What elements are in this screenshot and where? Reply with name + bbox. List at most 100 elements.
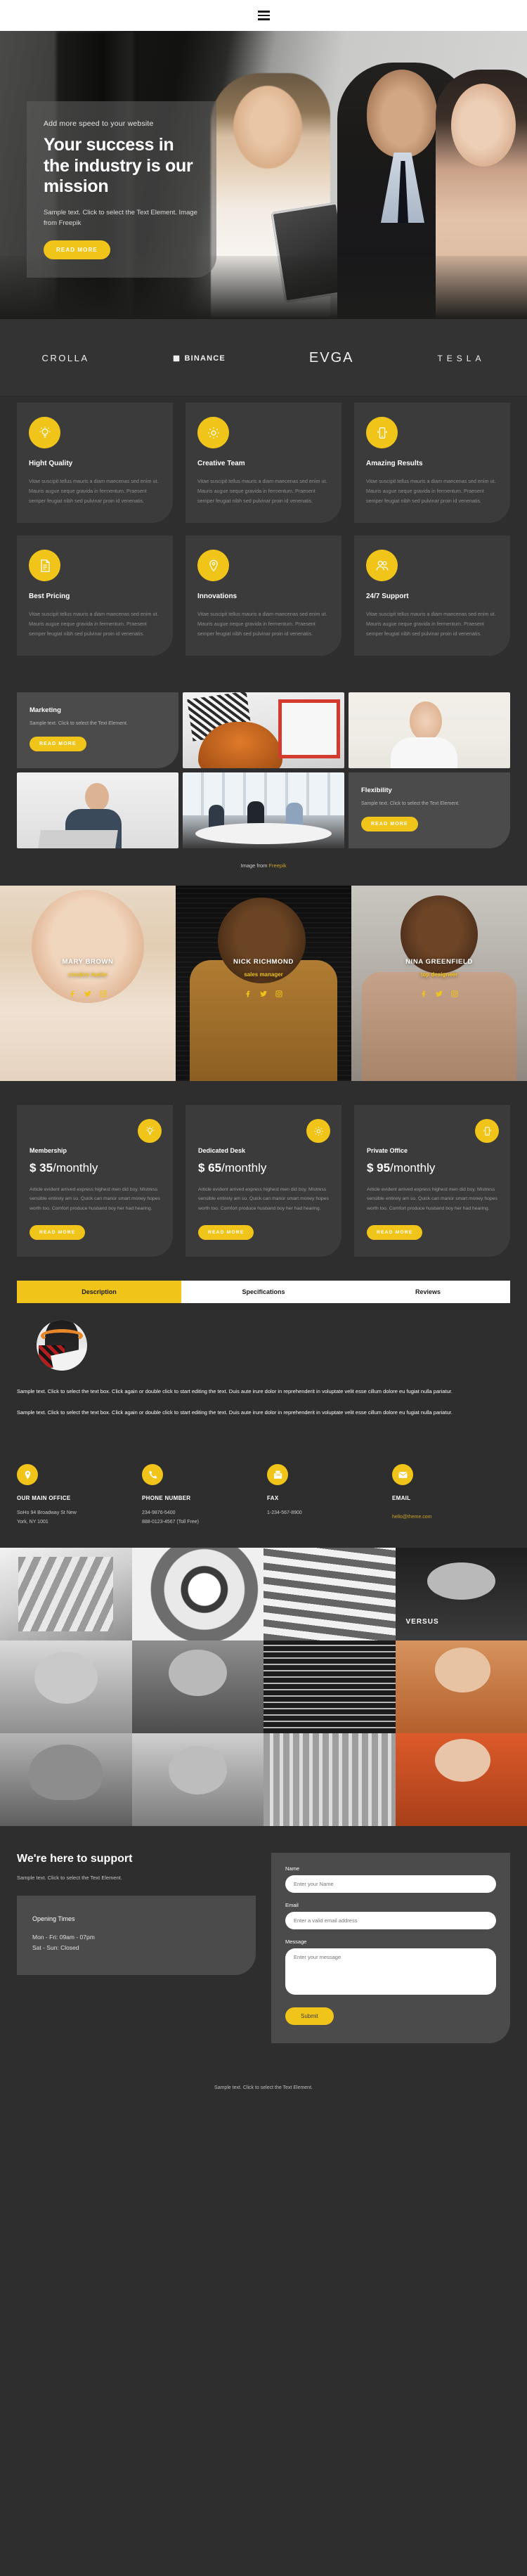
team-member-role: sales manager	[244, 971, 283, 978]
plan-name: Dedicated Desk	[198, 1147, 246, 1155]
avatar	[37, 1319, 87, 1371]
mosaic-image	[395, 1733, 527, 1826]
mosaic-image	[131, 1640, 264, 1733]
hero-subtitle: Sample text. Click to select the Text El…	[44, 208, 197, 228]
brand-logos-strip: CROLLA BINANCE EVGA TESLA	[0, 319, 527, 396]
gallery-section: Marketing Sample text. Click to select t…	[0, 677, 527, 886]
email-label: Email	[285, 1901, 299, 1908]
support-subtitle: Sample text. Click to select the Text El…	[17, 1874, 122, 1881]
instagram-icon[interactable]	[99, 989, 108, 1002]
document-list-icon	[29, 550, 60, 582]
support-section: We're here to support Sample text. Click…	[0, 1825, 527, 2074]
flexibility-title: Flexibility	[361, 787, 392, 795]
hamburger-menu-icon[interactable]	[257, 11, 270, 20]
pricing-card: Membership $ 35/monthly Article evident …	[17, 1105, 173, 1257]
freepik-link[interactable]: Freepik	[269, 862, 287, 869]
contact-info-title: PHONE NUMBER	[142, 1495, 191, 1502]
users-icon	[366, 550, 398, 582]
phone-icon	[142, 1464, 163, 1486]
email-link[interactable]: hello@theme.com	[392, 1515, 432, 1520]
plan-period: /monthly	[221, 1161, 267, 1175]
feature-title: Hight Quality	[29, 460, 73, 467]
plan-name: Membership	[30, 1147, 67, 1155]
plan-period: /monthly	[53, 1161, 98, 1175]
email-input[interactable]	[285, 1911, 496, 1929]
pricing-grid: Membership $ 35/monthly Article evident …	[17, 1105, 510, 1257]
submit-button[interactable]: Submit	[285, 2007, 334, 2025]
team-member-role: creative leader	[67, 971, 108, 978]
marketing-card: Marketing Sample text. Click to select t…	[17, 692, 178, 769]
mosaic-image	[0, 1640, 132, 1733]
twitter-icon[interactable]	[84, 989, 92, 1002]
plan-read-more-button[interactable]: READ MORE	[198, 1224, 254, 1240]
team-member-card: NINA GREENFIELD top designeer	[351, 886, 527, 1082]
envelope-icon	[392, 1464, 413, 1486]
gallery-row-2: Flexibility Sample text. Click to select…	[17, 772, 510, 849]
opening-times-title: Opening Times	[32, 1915, 75, 1922]
twitter-icon[interactable]	[435, 989, 443, 1002]
pricing-card: Private Office $ 95/monthly Article evid…	[354, 1105, 510, 1257]
marketing-read-more-button[interactable]: READ MORE	[30, 737, 86, 752]
name-input[interactable]	[285, 1875, 496, 1893]
mosaic-image	[264, 1733, 396, 1826]
mosaic-image	[131, 1733, 264, 1826]
hero-title: Your success in the industry is our miss…	[44, 135, 193, 196]
facebook-icon[interactable]	[419, 989, 428, 1002]
tab-description[interactable]: Description	[17, 1280, 181, 1303]
team-section: MARY BROWN creative leader NICK RICHMOND…	[0, 886, 527, 1082]
hero-kicker: Add more speed to your website	[44, 119, 154, 128]
message-textarea[interactable]	[285, 1948, 496, 1995]
facebook-icon[interactable]	[244, 989, 252, 1002]
plan-read-more-button[interactable]: READ MORE	[30, 1224, 86, 1240]
gallery-image-desk	[183, 692, 344, 769]
tab-specifications[interactable]: Specifications	[181, 1280, 346, 1303]
team-member-name: NINA GREENFIELD	[405, 958, 473, 966]
brand-logo-binance-label: BINANCE	[184, 354, 226, 363]
instagram-icon[interactable]	[275, 989, 283, 1002]
plan-price: $ 65/monthly	[198, 1161, 329, 1175]
instagram-icon[interactable]	[450, 989, 459, 1002]
brand-logo-evga: EVGA	[308, 350, 354, 365]
contact-info-line: 888-0123-4567 (Toll Free)	[142, 1519, 199, 1525]
credit-prefix: Image from	[240, 862, 269, 869]
team-member-name: NICK RICHMOND	[233, 958, 294, 966]
mosaic-image	[395, 1640, 527, 1733]
support-left-column: We're here to support Sample text. Click…	[17, 1853, 256, 2043]
mosaic-image	[0, 1733, 132, 1826]
tab-paragraph: Sample text. Click to select the text bo…	[17, 1387, 453, 1394]
feature-body: Vitae suscipit tellus mauris a diam maec…	[197, 611, 327, 637]
feature-card: Hight Quality Vitae suscipit tellus maur…	[17, 403, 173, 524]
brand-logo-tesla: TESLA	[437, 353, 486, 363]
marketing-text: Sample text. Click to select the Text El…	[30, 721, 128, 727]
plan-read-more-button[interactable]: READ MORE	[367, 1224, 423, 1240]
feature-title: 24/7 Support	[366, 593, 409, 601]
marketing-title: Marketing	[30, 706, 61, 715]
facebook-icon[interactable]	[68, 989, 77, 1002]
lightbulb-icon	[138, 1119, 162, 1144]
gear-icon	[306, 1119, 330, 1144]
feature-card: Creative Team Vitae suscipit tellus maur…	[186, 403, 341, 524]
team-member-role: top designeer	[420, 971, 458, 978]
gallery-image-woman	[349, 692, 510, 769]
feature-title: Creative Team	[197, 460, 245, 467]
twitter-icon[interactable]	[259, 989, 268, 1002]
tab-reviews[interactable]: Reviews	[346, 1280, 510, 1303]
name-label: Name	[285, 1865, 300, 1872]
plan-body: Article evident arrived express highest …	[30, 1187, 160, 1211]
features-grid-row-2: Best Pricing Vitae suscipit tellus mauri…	[17, 536, 510, 656]
flexibility-read-more-button[interactable]: READ MORE	[361, 817, 418, 832]
opening-times-weekend: Sat - Sun: Closed	[32, 1943, 79, 1951]
team-member-social-links	[419, 989, 459, 1002]
team-member-name: MARY BROWN	[62, 958, 114, 966]
contact-info-title: OUR MAIN OFFICE	[17, 1495, 71, 1502]
team-member-social-links	[244, 989, 283, 1002]
mobile-phone-icon	[366, 417, 398, 448]
hero-read-more-button[interactable]: READ MORE	[44, 240, 110, 259]
feature-title: Best Pricing	[29, 593, 70, 601]
contact-info-line: 1-234-567-8900	[267, 1510, 302, 1516]
tab-bar: Description Specifications Reviews	[17, 1280, 510, 1303]
gallery-image-meeting	[183, 772, 344, 849]
mosaic-image: VERSUS	[395, 1547, 527, 1640]
plan-amount: $ 35	[30, 1161, 53, 1175]
feature-body: Vitae suscipit tellus mauris a diam maec…	[197, 478, 327, 505]
